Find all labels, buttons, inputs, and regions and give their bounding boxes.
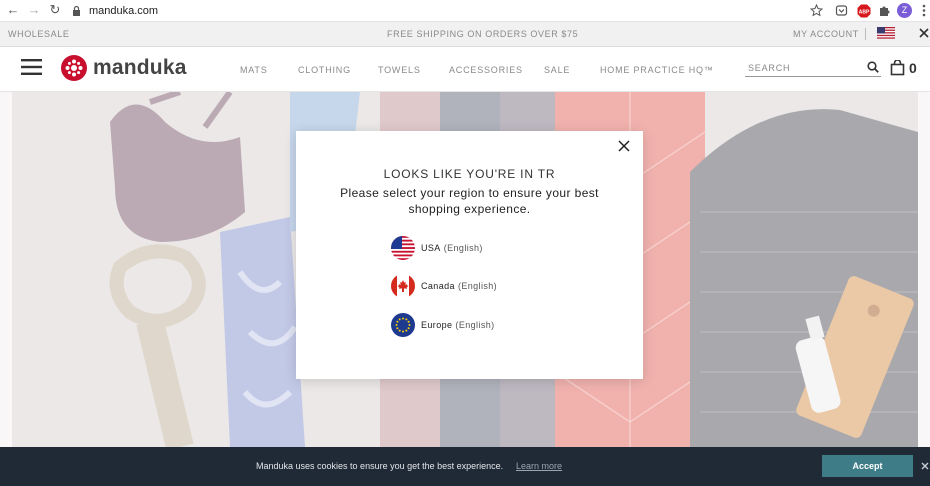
- search-placeholder: SEARCH: [748, 63, 791, 73]
- manduka-logo-icon[interactable]: [61, 55, 87, 81]
- reload-icon[interactable]: ↻: [48, 3, 62, 17]
- svg-text:ABP: ABP: [858, 9, 869, 15]
- utility-bar: WHOLESALE FREE SHIPPING ON ORDERS OVER $…: [0, 22, 930, 47]
- cookie-message: Manduka uses cookies to ensure you get t…: [256, 461, 504, 471]
- browser-toolbar: ← → ↻ manduka.com ABP Z: [0, 0, 930, 22]
- main-header: manduka MATS CLOTHING TOWELS ACCESSORIES…: [0, 47, 930, 92]
- nav-accessories[interactable]: ACCESSORIES: [449, 65, 523, 75]
- canada-flag-icon: [391, 274, 415, 298]
- nav-mats[interactable]: MATS: [240, 65, 268, 75]
- url-text: manduka.com: [89, 4, 159, 17]
- region-option-usa[interactable]: USA (English): [391, 235, 483, 261]
- region-name: Europe: [421, 320, 453, 330]
- region-language: (English): [457, 281, 498, 291]
- region-name: Canada: [421, 281, 455, 291]
- eu-flag-icon: [391, 313, 415, 337]
- nav-towels[interactable]: TOWELS: [378, 65, 421, 75]
- nav-home-practice[interactable]: HOME PRACTICE HQ™: [600, 65, 714, 75]
- browser-menu-icon[interactable]: [916, 3, 930, 18]
- forward-icon[interactable]: →: [27, 3, 41, 17]
- modal-message: Please select your region to ensure your…: [340, 186, 599, 216]
- region-modal: LOOKS LIKE YOU'RE IN TR Please select yo…: [296, 131, 643, 379]
- bookmark-star-icon[interactable]: [809, 3, 824, 18]
- hamburger-menu-icon[interactable]: [21, 58, 42, 76]
- us-flag-icon[interactable]: [877, 27, 895, 39]
- accept-cookies-button[interactable]: Accept: [822, 455, 913, 477]
- address-bar[interactable]: manduka.com: [72, 2, 802, 19]
- region-name: USA: [421, 243, 441, 253]
- close-icon[interactable]: [918, 27, 930, 39]
- us-flag-icon: [391, 236, 415, 260]
- region-option-canada[interactable]: Canada (English): [391, 273, 497, 299]
- learn-more-link[interactable]: Learn more: [516, 461, 562, 471]
- region-language: (English): [455, 320, 495, 330]
- region-option-europe[interactable]: Europe (English): [391, 312, 495, 338]
- search-icon[interactable]: [867, 61, 879, 73]
- nav-clothing[interactable]: CLOTHING: [298, 65, 351, 75]
- my-account-link[interactable]: MY ACCOUNT: [793, 29, 859, 39]
- extensions-puzzle-icon[interactable]: [877, 3, 892, 18]
- divider: [865, 28, 866, 40]
- modal-close-icon[interactable]: [618, 140, 630, 152]
- profile-initial: Z: [901, 5, 908, 15]
- cart-count[interactable]: 0: [909, 60, 917, 76]
- cookie-banner: Manduka uses cookies to ensure you get t…: [0, 447, 930, 486]
- adblock-icon[interactable]: ABP: [856, 3, 871, 18]
- shipping-promo: FREE SHIPPING ON ORDERS OVER $75: [387, 29, 579, 39]
- lock-icon: [73, 5, 80, 16]
- modal-title: LOOKS LIKE YOU'RE IN TR: [383, 167, 556, 181]
- pocket-icon[interactable]: [834, 3, 849, 18]
- region-language: (English): [443, 243, 483, 253]
- wholesale-link[interactable]: WHOLESALE: [8, 29, 69, 39]
- nav-sale[interactable]: SALE: [544, 65, 570, 75]
- back-icon[interactable]: ←: [6, 3, 20, 17]
- shopping-bag-icon[interactable]: [890, 60, 905, 76]
- brand-wordmark[interactable]: manduka: [93, 56, 187, 80]
- search-input[interactable]: SEARCH: [745, 59, 881, 77]
- cookie-close-icon[interactable]: [921, 462, 929, 470]
